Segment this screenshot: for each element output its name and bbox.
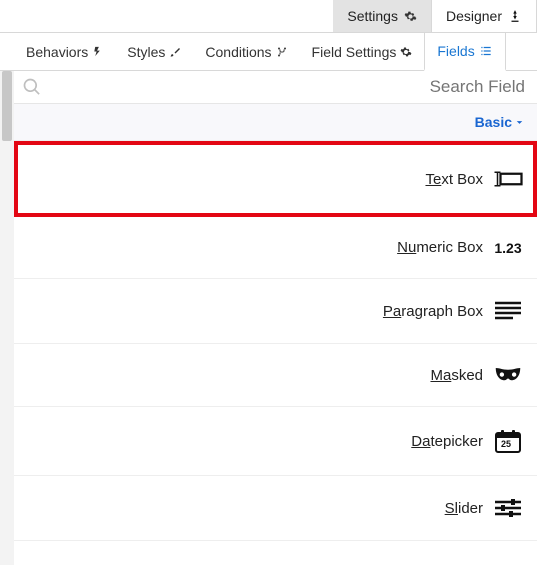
tab-conditions[interactable]: Conditions — [193, 34, 299, 70]
field-item-label: Masked — [430, 367, 483, 384]
tab-styles[interactable]: Styles — [115, 34, 193, 70]
field-item-slider[interactable]: Slider — [14, 476, 537, 541]
content-area: Basic Text Box Numeric Box 1.23 Paragrap… — [0, 71, 537, 565]
gear-icon — [400, 46, 412, 58]
tab-fields[interactable]: Fields — [424, 33, 505, 71]
field-item-textbox[interactable]: Text Box — [14, 141, 537, 217]
designer-tab[interactable]: Designer — [431, 0, 537, 32]
tab-styles-label: Styles — [127, 44, 165, 60]
gear-icon — [404, 10, 417, 23]
sub-tab-bar: Behaviors Styles Conditions Field Settin… — [0, 33, 537, 71]
fields-panel: Basic Text Box Numeric Box 1.23 Paragrap… — [14, 71, 537, 565]
tab-field-settings-label: Field Settings — [312, 44, 397, 60]
settings-tab-label: Settings — [347, 8, 398, 24]
scrollbar-thumb[interactable] — [2, 71, 12, 141]
tab-fields-label: Fields — [437, 43, 474, 59]
designer-tab-label: Designer — [446, 8, 502, 24]
search-row — [14, 71, 537, 104]
field-item-paragraph[interactable]: Paragraph Box — [14, 279, 537, 344]
sliders-icon — [493, 498, 523, 518]
field-item-numeric[interactable]: Numeric Box 1.23 — [14, 217, 537, 279]
tab-behaviors[interactable]: Behaviors — [14, 34, 115, 70]
search-icon — [14, 71, 50, 103]
field-item-label: Slider — [445, 500, 483, 517]
top-bar: Settings Designer — [0, 0, 537, 33]
field-item-label: Text Box — [425, 171, 483, 188]
chevron-down-icon — [514, 117, 525, 128]
tab-conditions-label: Conditions — [205, 44, 271, 60]
field-item-datepicker[interactable]: Datepicker 25 — [14, 407, 537, 476]
mask-icon — [493, 366, 523, 384]
field-item-masked[interactable]: Masked — [14, 344, 537, 407]
group-basic-label: Basic — [475, 114, 512, 130]
field-item-label: Paragraph Box — [383, 303, 483, 320]
brush-icon — [169, 46, 181, 58]
paragraph-icon — [493, 301, 523, 321]
field-list: Text Box Numeric Box 1.23 Paragraph Box … — [14, 141, 537, 565]
bolt-icon — [92, 46, 103, 57]
textbox-icon — [493, 169, 523, 189]
search-input[interactable] — [50, 71, 537, 103]
tab-behaviors-label: Behaviors — [26, 44, 88, 60]
numeric-icon: 1.23 — [493, 240, 523, 256]
designer-icon — [508, 9, 522, 23]
field-item-label: Numeric Box — [397, 239, 483, 256]
calendar-icon: 25 — [493, 429, 523, 453]
field-item-label: Datepicker — [411, 433, 483, 450]
branch-icon — [276, 46, 288, 58]
settings-tab[interactable]: Settings — [333, 0, 431, 32]
tab-field-settings[interactable]: Field Settings — [300, 34, 425, 70]
list-icon — [479, 44, 493, 58]
scrollbar-track[interactable] — [0, 71, 14, 565]
group-basic-header[interactable]: Basic — [14, 104, 537, 141]
